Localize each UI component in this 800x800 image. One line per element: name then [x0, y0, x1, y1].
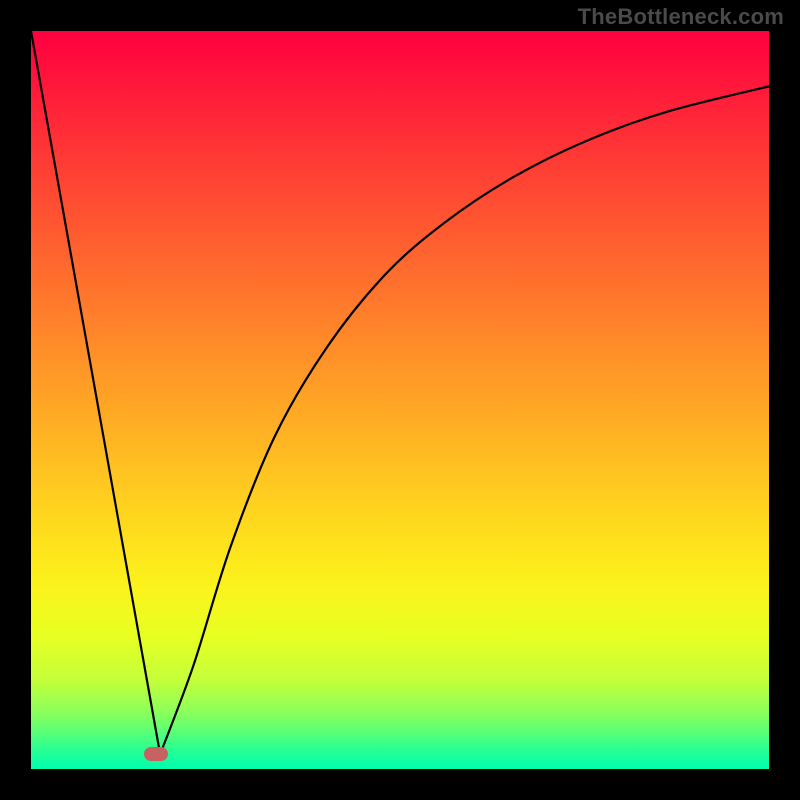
curve-min-marker [144, 747, 168, 761]
watermark-text: TheBottleneck.com [578, 4, 784, 30]
chart-curve-layer [31, 31, 769, 769]
chart-plot-area [31, 31, 769, 769]
curve-right-branch [160, 86, 769, 754]
curve-left-branch [31, 31, 160, 754]
